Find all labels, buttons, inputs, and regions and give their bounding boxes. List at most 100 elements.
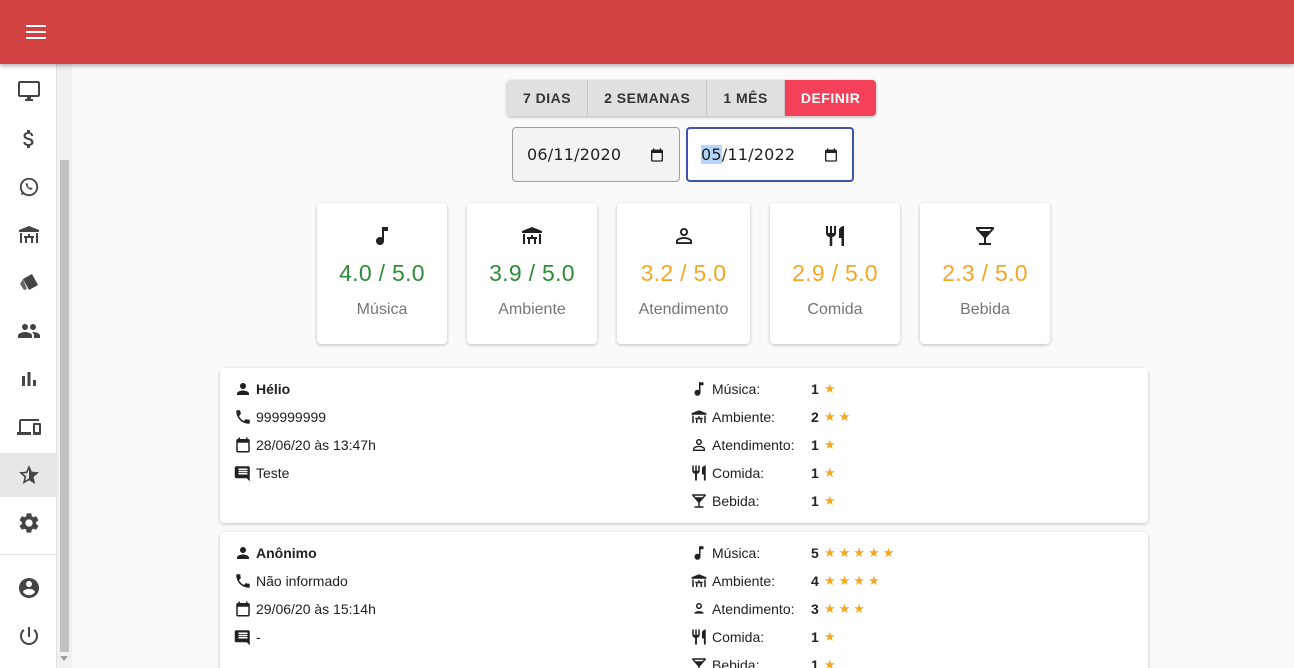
sidebar-item-whatsapp[interactable] xyxy=(0,165,57,209)
summary-card-musica: 4.0 / 5.0 Música xyxy=(317,203,447,344)
start-date-value: 06/11/2020 xyxy=(527,145,622,164)
bar-chart-icon xyxy=(21,372,36,386)
scroll-down-arrow-icon[interactable] xyxy=(60,656,68,661)
review-comment: Teste xyxy=(256,465,290,481)
rating-label: Bebida: xyxy=(712,657,760,668)
sidebar-item-tickets[interactable] xyxy=(0,261,57,305)
rating-stars: ★★ xyxy=(824,409,854,424)
sidebar-item-reports[interactable] xyxy=(0,357,57,401)
venue-icon xyxy=(691,410,707,423)
person-icon xyxy=(675,228,692,244)
range-2-weeks-button[interactable]: 2 SEMANAS xyxy=(588,80,708,116)
rating-row-atendimento: Atendimento: 1 ★ xyxy=(690,435,839,455)
sidebar-item-account[interactable] xyxy=(0,566,57,610)
rating-label: Comida: xyxy=(712,629,765,645)
sidebar-scrollbar[interactable] xyxy=(57,64,72,668)
rating-stars: ★★★ xyxy=(824,601,868,616)
end-date-value: 05/11/2022 xyxy=(701,145,823,164)
cocktail-icon xyxy=(976,227,994,245)
end-date-selected-segment: 05 xyxy=(701,145,722,164)
sidebar-item-venue[interactable] xyxy=(0,213,57,257)
rating-label: Música: xyxy=(712,545,761,561)
rating-value: 1 xyxy=(811,465,819,481)
calendar-icon[interactable] xyxy=(823,147,839,163)
tickets-icon xyxy=(19,274,38,290)
cocktail-icon xyxy=(692,494,706,508)
summary-label: Ambiente xyxy=(498,301,566,318)
rating-value: 1 xyxy=(811,381,819,397)
summary-card-comida: 2.9 / 5.0 Comida xyxy=(770,203,900,344)
music-note-icon xyxy=(694,382,704,396)
review-comment-row: - xyxy=(234,627,261,647)
review-card: Anônimo Não informado 29/06/20 às 15:14h… xyxy=(220,532,1148,668)
rating-stars: ★ xyxy=(824,465,839,480)
sidebar-item-finance[interactable] xyxy=(0,117,57,161)
review-comment-row: Teste xyxy=(234,463,289,483)
end-date-input[interactable]: 05/11/2022 xyxy=(686,127,854,182)
scrollbar-thumb[interactable] xyxy=(60,160,69,652)
rating-row-musica: Música: 1 ★ xyxy=(690,379,839,399)
sidebar-item-people[interactable] xyxy=(0,309,57,353)
summary-score: 3.2 / 5.0 xyxy=(640,260,727,286)
music-note-icon xyxy=(694,546,704,560)
rating-row-ambiente: Ambiente: 2 ★★ xyxy=(690,407,853,427)
restaurant-icon xyxy=(692,465,706,481)
summary-score: 4.0 / 5.0 xyxy=(339,260,425,286)
review-date: 29/06/20 às 15:14h xyxy=(256,601,376,617)
summary-score: 2.3 / 5.0 xyxy=(942,260,1028,286)
rating-label: Atendimento: xyxy=(712,601,795,617)
review-date-row: 28/06/20 às 13:47h xyxy=(234,435,376,455)
sidebar-item-logout[interactable] xyxy=(0,614,57,658)
person-outline-icon xyxy=(694,603,704,614)
summary-score: 3.9 / 5.0 xyxy=(489,260,575,286)
start-date-input[interactable]: 06/11/2020 xyxy=(512,127,680,182)
review-phone: 999999999 xyxy=(256,409,327,425)
whatsapp-icon xyxy=(19,177,38,197)
comment-icon xyxy=(234,466,250,482)
rating-row-comida: Comida: 1 ★ xyxy=(690,463,839,483)
restaurant-icon xyxy=(692,629,706,645)
phone-icon xyxy=(236,410,250,424)
restaurant-icon xyxy=(826,226,844,246)
rating-row-comida: Comida: 1 ★ xyxy=(690,627,839,647)
range-7-days-button[interactable]: 7 DIAS xyxy=(507,80,589,116)
summary-label: Atendimento xyxy=(638,301,729,318)
review-date-row: 29/06/20 às 15:14h xyxy=(234,599,376,619)
settings-icon xyxy=(19,513,38,533)
summary-score: 2.9 / 5.0 xyxy=(792,260,878,286)
person-icon xyxy=(237,383,249,395)
review-phone-row: 999999999 xyxy=(234,407,326,427)
star-icon xyxy=(18,465,39,484)
person-icon xyxy=(237,547,249,559)
sidebar-item-devices[interactable] xyxy=(0,405,57,449)
review-card: Hélio 999999999 28/06/20 às 13:47h Teste… xyxy=(220,368,1148,523)
venue-icon xyxy=(522,227,542,244)
sidebar-item-reviews[interactable] xyxy=(0,453,57,497)
date-range-button-group: 7 DIAS 2 SEMANAS 1 MÊS DEFINIR xyxy=(507,80,877,116)
rating-value: 4 xyxy=(811,573,819,589)
rating-stars: ★ xyxy=(824,381,839,396)
menu-button[interactable] xyxy=(16,16,56,48)
calendar-icon[interactable] xyxy=(649,147,665,163)
summary-card-ambiente: 3.9 / 5.0 Ambiente xyxy=(467,203,597,344)
sidebar-item-settings[interactable] xyxy=(0,501,57,545)
rating-label: Música: xyxy=(712,381,761,397)
range-custom-button[interactable]: DEFINIR xyxy=(784,80,877,116)
review-author: Hélio xyxy=(256,381,291,397)
phone-icon xyxy=(236,574,250,588)
range-1-month-button[interactable]: 1 MÊS xyxy=(707,80,785,116)
sidebar-item-dashboard[interactable] xyxy=(0,69,57,113)
review-author: Anônimo xyxy=(256,545,317,561)
comment-icon xyxy=(234,630,250,646)
rating-stars: ★★★★ xyxy=(824,573,883,588)
sidebar-divider xyxy=(0,554,57,555)
rating-row-ambiente: Ambiente: 4 ★★★★ xyxy=(690,571,883,591)
rating-value: 5 xyxy=(811,545,819,561)
rating-label: Ambiente: xyxy=(712,409,776,425)
sidebar xyxy=(0,64,57,668)
review-phone-row: Não informado xyxy=(234,571,348,591)
rating-row-atendimento: Atendimento: 3 ★★★ xyxy=(690,599,868,619)
rating-label: Bebida: xyxy=(712,493,760,509)
person-outline-icon xyxy=(693,439,705,451)
rating-label: Atendimento: xyxy=(712,437,795,453)
